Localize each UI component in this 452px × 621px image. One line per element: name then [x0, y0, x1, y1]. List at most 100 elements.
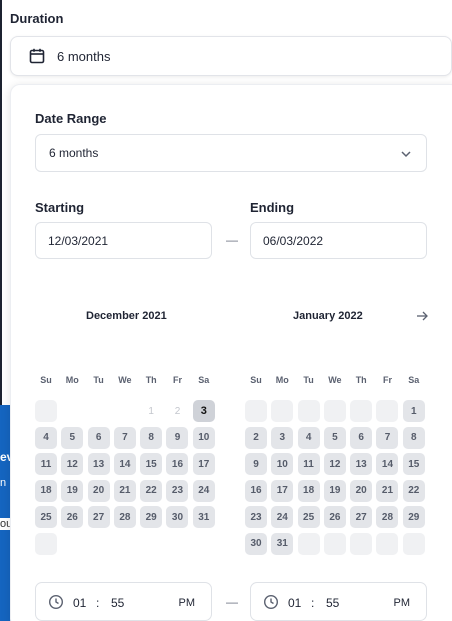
calendar-day[interactable]: 15: [140, 453, 163, 475]
calendar-day-empty: [323, 400, 346, 422]
chevron-down-icon: [400, 148, 412, 160]
calendar-day[interactable]: 27: [350, 506, 373, 528]
calendar-day[interactable]: 17: [271, 479, 294, 502]
calendar-day[interactable]: 25: [297, 506, 320, 528]
calendar-day-empty: [376, 400, 399, 422]
duration-field[interactable]: 6 months: [10, 36, 452, 76]
calendar-day[interactable]: 26: [323, 506, 346, 528]
weekday-label: Fr: [173, 375, 182, 385]
calendar-day[interactable]: 6: [87, 426, 110, 449]
left-month-title: December 2021: [86, 310, 167, 322]
calendar-day[interactable]: 21: [376, 479, 399, 502]
calendar-day[interactable]: 12: [323, 453, 346, 475]
calendar-grid-january: 1 2 3 4 5 6 7 8 9 10 11 12 13 14 15 16 17 18 19 20 21 22 23 24 2…: [245, 400, 425, 555]
calendar-day[interactable]: 24: [192, 479, 215, 502]
calendar-day[interactable]: 10: [271, 453, 294, 475]
weekday-label: Th: [145, 375, 157, 385]
calendar-day[interactable]: 21: [113, 479, 136, 502]
calendar-day[interactable]: 18: [35, 479, 57, 502]
calendar-day[interactable]: 28: [376, 506, 399, 528]
calendar-day[interactable]: 12: [61, 453, 84, 475]
right-month-title: January 2022: [293, 310, 363, 322]
end-hours[interactable]: 01: [288, 596, 301, 610]
calendar-day[interactable]: 3: [271, 426, 294, 449]
start-time-input[interactable]: 01 : 55 PM: [35, 582, 212, 621]
calendar-day[interactable]: 27: [87, 506, 110, 528]
starting-label: Starting: [35, 200, 85, 215]
calendar-day[interactable]: 29: [402, 506, 425, 528]
calendar-day[interactable]: 6: [350, 426, 373, 449]
weekday-label: We: [118, 375, 132, 385]
calendar-day: 2: [174, 405, 181, 417]
calendar-day[interactable]: 16: [245, 479, 267, 502]
calendar-day[interactable]: 16: [166, 453, 189, 475]
calendar-day[interactable]: 2: [245, 426, 267, 449]
calendar-day[interactable]: 9: [166, 426, 189, 449]
starting-date-value: 12/03/2021: [48, 233, 109, 248]
calendar-day[interactable]: 14: [113, 453, 136, 475]
calendar-day[interactable]: 13: [87, 453, 110, 475]
calendar-day[interactable]: 29: [140, 506, 163, 528]
calendar-day[interactable]: 18: [297, 479, 320, 502]
weekday-label: Th: [355, 375, 367, 385]
date-range-select[interactable]: 6 months: [35, 134, 427, 172]
calendar-day[interactable]: 23: [166, 479, 189, 502]
calendar-day[interactable]: 9: [245, 453, 267, 475]
calendar-day[interactable]: 13: [350, 453, 373, 475]
calendar-day[interactable]: 20: [87, 479, 110, 502]
calendar-day[interactable]: 5: [323, 426, 346, 449]
calendar-day[interactable]: 22: [140, 479, 163, 502]
calendar-day[interactable]: 15: [402, 453, 425, 475]
calendar-day[interactable]: 8: [402, 426, 425, 449]
calendar-day[interactable]: 19: [323, 479, 346, 502]
calendar-day[interactable]: 5: [61, 426, 84, 449]
calendar-day[interactable]: 28: [113, 506, 136, 528]
weekday-label: We: [328, 375, 342, 385]
calendar-day[interactable]: 26: [61, 506, 84, 528]
calendar-day[interactable]: 11: [297, 453, 320, 475]
calendar-day[interactable]: 25: [35, 506, 57, 528]
calendar-day[interactable]: 30: [245, 532, 267, 555]
calendar-day[interactable]: 20: [350, 479, 373, 502]
end-period[interactable]: PM: [394, 597, 411, 609]
calendar-day[interactable]: 30: [166, 506, 189, 528]
calendar-day[interactable]: 8: [140, 426, 163, 449]
ending-label: Ending: [250, 200, 295, 215]
calendar-day[interactable]: 31: [192, 506, 215, 528]
calendar-day[interactable]: 19: [61, 479, 84, 502]
ending-date-input[interactable]: 06/03/2022: [250, 222, 427, 259]
end-time-input[interactable]: 01 : 55 PM: [250, 582, 427, 621]
calendar-day[interactable]: 24: [271, 506, 294, 528]
starting-date-input[interactable]: 12/03/2021: [35, 222, 212, 259]
calendar-day-empty: [88, 400, 110, 422]
start-minutes[interactable]: 55: [111, 596, 124, 610]
calendar-day[interactable]: 4: [35, 426, 57, 449]
arrow-right-icon[interactable]: [415, 309, 429, 323]
calendar-day[interactable]: 31: [271, 532, 294, 555]
end-minutes[interactable]: 55: [326, 596, 339, 610]
calendar-day[interactable]: 7: [113, 426, 136, 449]
calendar-day[interactable]: 23: [245, 506, 267, 528]
calendar-day[interactable]: 10: [192, 426, 215, 449]
weekday-label: Sa: [408, 375, 420, 385]
start-period[interactable]: PM: [179, 597, 196, 609]
calendar-day-empty: [114, 400, 136, 422]
duration-label: Duration: [10, 11, 64, 26]
calendar-day[interactable]: 4: [297, 426, 320, 449]
calendar-day[interactable]: 11: [35, 453, 57, 475]
weekday-label: Su: [250, 375, 262, 385]
calendar-day[interactable]: 7: [376, 426, 399, 449]
calendar-day[interactable]: 14: [376, 453, 399, 475]
weekday-label: Tu: [93, 375, 104, 385]
calendar-day[interactable]: 1: [402, 400, 425, 422]
weekday-label: Mo: [65, 375, 79, 385]
start-hours[interactable]: 01: [73, 596, 86, 610]
calendar-day[interactable]: 22: [402, 479, 425, 502]
calendar-day-empty: [297, 400, 320, 422]
calendar-day[interactable]: 17: [192, 453, 215, 475]
calendar-day-empty: [297, 532, 320, 555]
calendar-icon: [29, 48, 45, 64]
weekday-label: Mo: [275, 375, 289, 385]
calendar-day-empty: [323, 532, 346, 555]
calendar-day[interactable]: 3: [192, 400, 215, 422]
